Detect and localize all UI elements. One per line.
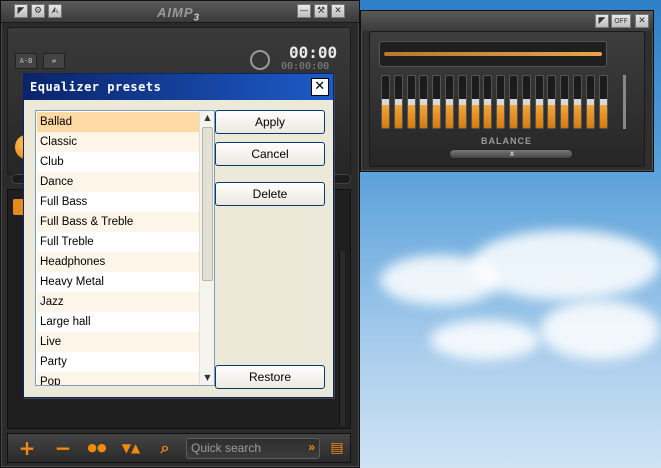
eq-band-slider[interactable] <box>432 75 442 129</box>
power-icon[interactable] <box>250 50 270 70</box>
app-logo: AIMP3 <box>157 5 201 24</box>
cloud <box>470 230 660 300</box>
eq-band-slider[interactable] <box>598 75 608 129</box>
equalizer-presets-dialog: Equalizer presets ✕ Ballad Classic Club Dan… <box>23 73 334 398</box>
eq-band-slider[interactable] <box>585 75 595 129</box>
balance-knob[interactable]: x <box>508 150 516 158</box>
quick-search-placeholder: Quick search <box>191 441 262 455</box>
eq-band-slider[interactable] <box>496 75 506 129</box>
playlist-scrollbar[interactable] <box>339 251 345 426</box>
restore-button[interactable]: Restore <box>215 365 325 389</box>
time-sub-display: 00:00:00 <box>281 61 330 72</box>
scroll-thumb[interactable] <box>202 127 213 281</box>
file-icon[interactable]: ▤ <box>324 438 350 460</box>
eq-band-slider[interactable] <box>483 75 493 129</box>
add-icon[interactable]: + <box>14 438 40 460</box>
remove-icon[interactable]: − <box>50 438 76 460</box>
eq-band-slider[interactable] <box>534 75 544 129</box>
ab-repeat-button[interactable]: A-B <box>15 53 37 69</box>
menu-icon[interactable]: ◤ <box>14 4 28 18</box>
dialog-title: Equalizer presets <box>30 80 162 94</box>
apply-button[interactable]: Apply <box>215 110 325 134</box>
preset-item[interactable]: Party <box>37 352 200 372</box>
preset-item[interactable]: Headphones <box>37 252 200 272</box>
move-icon[interactable]: ▼▲ <box>118 438 144 460</box>
preset-item[interactable]: Full Bass <box>37 192 200 212</box>
close-icon[interactable]: ✕ <box>331 4 345 18</box>
eq-band-slider[interactable] <box>419 75 429 129</box>
cancel-button[interactable]: Cancel <box>215 142 325 166</box>
eq-menu-icon[interactable]: ◤ <box>595 14 609 28</box>
preset-item[interactable]: Pop <box>37 372 200 385</box>
minimize-icon[interactable]: — <box>297 4 311 18</box>
eq-band-slider[interactable] <box>445 75 454 129</box>
eq-band-slider[interactable] <box>393 75 403 129</box>
eq-band-slider[interactable] <box>381 75 390 129</box>
quick-search-input[interactable]: Quick search » <box>186 438 320 459</box>
eq-toggle-button[interactable]: OFF <box>611 14 631 28</box>
main-titlebar[interactable]: ◤ ⚙ ⮙ AIMP3 — ⚒ ✕ <box>1 1 359 24</box>
preset-item[interactable]: Heavy Metal <box>37 272 200 292</box>
eq-band-slider[interactable] <box>509 75 518 129</box>
eq-band-slider[interactable] <box>521 75 531 129</box>
scroll-down-icon[interactable]: ▼ <box>200 371 214 385</box>
eq-band-slider[interactable] <box>573 75 582 129</box>
preamp-slider[interactable] <box>379 41 607 67</box>
preset-item[interactable]: Dance <box>37 172 200 192</box>
eq-amp-slider[interactable] <box>623 75 626 129</box>
preset-item[interactable]: Jazz <box>37 292 200 312</box>
balance-label: BALANCE <box>481 136 532 146</box>
playlist-toolbar: + − ●● ▼▲ ⌕ Quick search » ▤ <box>7 433 351 463</box>
preset-list-scrollbar[interactable]: ▲ ▼ <box>199 111 214 385</box>
preset-item[interactable]: Full Bass & Treble <box>37 212 200 232</box>
balance-slider[interactable]: x <box>449 149 573 159</box>
eq-band-slider[interactable] <box>457 75 467 129</box>
cloud <box>430 320 540 360</box>
eq-band-slider[interactable] <box>560 75 570 129</box>
preset-item[interactable]: Live <box>37 332 200 352</box>
dialog-close-icon[interactable]: ✕ <box>311 78 329 96</box>
time-display: 00:00 <box>289 43 338 62</box>
equalizer-window: ◤ OFF ✕ BALANCE x <box>360 10 654 172</box>
delete-button[interactable]: Delete <box>215 182 325 206</box>
sort-icon[interactable]: ●● <box>84 438 110 460</box>
eq-band-slider[interactable] <box>406 75 416 129</box>
preset-item[interactable]: Large hall <box>37 312 200 332</box>
eq-titlebar[interactable]: ◤ OFF ✕ <box>361 11 653 31</box>
cloud <box>380 255 500 305</box>
eq-band-slider[interactable] <box>470 75 480 129</box>
preset-list[interactable]: Ballad Classic Club Dance Full Bass Full Bass… <box>35 110 215 386</box>
preset-item[interactable]: Classic <box>37 132 200 152</box>
preset-item[interactable]: Full Treble <box>37 232 200 252</box>
search-go-icon[interactable]: » <box>308 440 315 455</box>
dialog-titlebar[interactable]: Equalizer presets ✕ <box>24 74 333 100</box>
tools-icon[interactable]: ⚒ <box>314 4 328 18</box>
cloud <box>540 300 660 360</box>
scroll-up-icon[interactable]: ▲ <box>200 111 214 125</box>
preset-item[interactable]: Club <box>37 152 200 172</box>
eq-band-slider[interactable] <box>547 75 557 129</box>
search-icon[interactable]: ⌕ <box>152 438 178 460</box>
shuffle-button[interactable]: ⇄ <box>43 53 65 69</box>
eq-close-icon[interactable]: ✕ <box>635 14 649 28</box>
settings-icon[interactable]: ⚙ <box>31 4 45 18</box>
preset-item[interactable]: Ballad <box>37 112 200 132</box>
collapse-icon[interactable]: ⮙ <box>48 4 62 18</box>
